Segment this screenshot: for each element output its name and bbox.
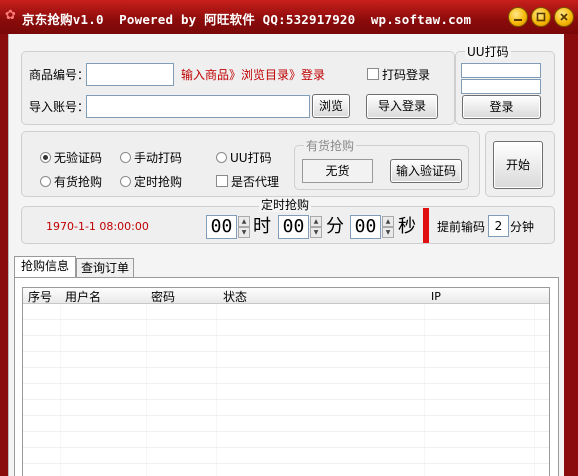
uu-username-input[interactable] (461, 63, 541, 78)
col-header-username[interactable]: 用户名 (65, 290, 101, 304)
manual-captcha-label: 手动打码 (134, 151, 183, 165)
no-captcha-label: 无验证码 (54, 151, 103, 165)
col-header-password[interactable]: 密码 (151, 290, 175, 304)
close-button[interactable] (554, 7, 574, 27)
second-unit: 秒 (398, 216, 416, 237)
account-path-input[interactable] (86, 95, 310, 118)
table-rows (23, 304, 549, 476)
minute-unit: 分 (326, 216, 344, 237)
uu-captcha-label: UU打码 (230, 151, 272, 165)
minute-spinner[interactable]: ▲ ▼ (310, 216, 322, 238)
client-area: 商品编号： 输入商品》浏览目录》登录 打码登录 导入账号： 浏览 导入登录 UU… (8, 34, 564, 476)
tab-query-orders[interactable]: 查询订单 (76, 258, 134, 278)
start-button[interactable]: 开始 (493, 141, 543, 189)
uu-login-button[interactable]: 登录 (462, 95, 541, 119)
in-stock-label: 有货抢购 (54, 175, 103, 189)
captcha-login-checkbox[interactable] (367, 68, 379, 80)
uu-panel-title: UU打码 (465, 45, 511, 59)
import-account-label: 导入账号： (29, 100, 90, 114)
col-header-status[interactable]: 状态 (223, 290, 247, 304)
advance-input[interactable]: 2 (488, 215, 509, 237)
table-header (23, 288, 549, 304)
col-header-ip[interactable]: IP (431, 290, 441, 304)
timed-label: 定时抢购 (134, 175, 183, 189)
clock-display: 1970-1-1 08:00:00 (46, 220, 149, 233)
radio-timed[interactable] (120, 176, 131, 187)
browse-button[interactable]: 浏览 (312, 94, 350, 118)
captcha-login-label: 打码登录 (382, 68, 431, 82)
maximize-button[interactable] (531, 7, 551, 27)
import-login-button[interactable]: 导入登录 (366, 94, 438, 119)
red-divider (423, 208, 429, 243)
col-header-index[interactable]: 序号 (28, 290, 52, 304)
advance-label: 提前输码 (437, 220, 486, 234)
minimize-icon (514, 19, 522, 21)
radio-no-captcha[interactable] (40, 152, 51, 163)
radio-in-stock[interactable] (40, 176, 51, 187)
radio-manual-captcha[interactable] (120, 152, 131, 163)
timer-title: 定时抢购 (259, 198, 312, 212)
proxy-checkbox[interactable] (216, 175, 228, 187)
uu-password-input[interactable] (461, 79, 541, 94)
proxy-label: 是否代理 (231, 175, 280, 189)
product-hint: 输入商品》浏览目录》登录 (181, 68, 326, 82)
minute-input[interactable]: 00 (278, 215, 309, 239)
second-spinner[interactable]: ▲ ▼ (382, 216, 394, 238)
tab-buy-info[interactable]: 抢购信息 (14, 256, 76, 278)
close-icon (560, 13, 568, 21)
no-stock-button[interactable]: 无货 (302, 159, 373, 183)
product-id-label: 商品编号： (29, 68, 90, 82)
enter-captcha-button[interactable]: 输入验证码 (390, 159, 462, 183)
radio-uu-captcha[interactable] (216, 152, 227, 163)
app-icon: ✿ (5, 8, 16, 23)
stock-group-title: 有货抢购 (304, 139, 357, 153)
title-bar: ✿ 京东抢购v1.0 Powered by 阿旺软件 QQ:532917920 … (0, 0, 578, 34)
buy-info-table[interactable]: 序号 用户名 密码 状态 IP (22, 287, 550, 476)
maximize-icon (536, 12, 546, 22)
second-input[interactable]: 00 (350, 215, 381, 239)
window-title: 京东抢购v1.0 Powered by 阿旺软件 QQ:532917920 wp… (22, 12, 472, 27)
minimize-button[interactable] (508, 7, 528, 27)
hour-spinner[interactable]: ▲ ▼ (238, 216, 250, 238)
advance-unit: 分钟 (510, 220, 535, 234)
product-id-input[interactable] (86, 63, 174, 86)
hour-input[interactable]: 00 (206, 215, 237, 239)
hour-unit: 时 (253, 216, 271, 237)
